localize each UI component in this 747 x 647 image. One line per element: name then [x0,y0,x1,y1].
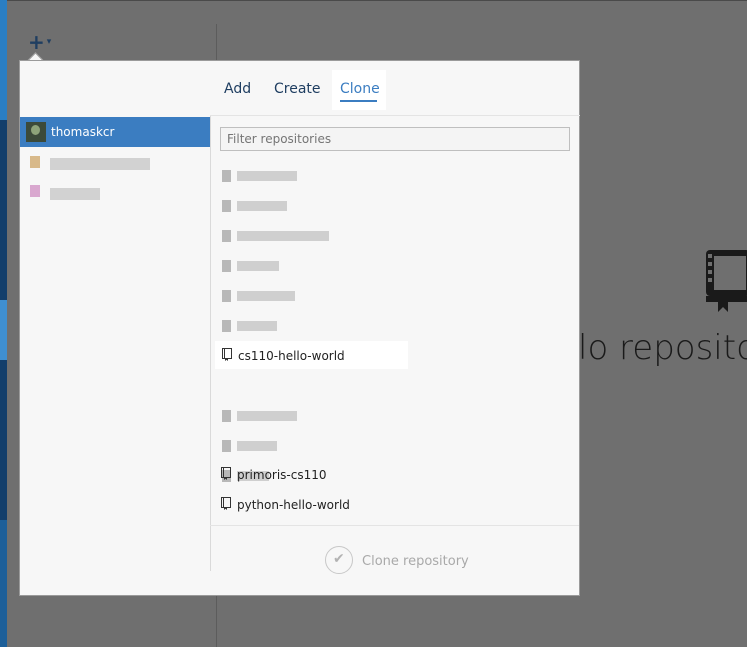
header-divider [210,115,580,116]
blurred-label [237,411,297,421]
account-list: thomaskcr [20,116,210,571]
tab-add[interactable]: Add [224,81,251,97]
tab-clone-label: Clone [340,81,380,97]
blurred-label [237,441,277,451]
account-name: thomaskcr [51,125,115,139]
repo-name: primoris-cs110 [237,468,327,482]
account-item-blurred[interactable] [20,179,210,205]
repo-item-blurred[interactable] [215,311,408,339]
avatar [26,122,46,142]
repo-icon [222,200,231,212]
blurred-label [237,231,329,241]
clone-repository-label: Clone repository [362,554,469,569]
footer-divider [210,525,579,526]
active-tab-underline [340,100,377,102]
repo-item-python-hello-world[interactable]: python-hello-world [214,490,407,518]
repo-icon [222,170,231,182]
edge-stripe [0,300,7,360]
book-icon [221,467,231,480]
repo-item-blurred[interactable] [215,401,408,429]
filter-repositories-input[interactable] [220,127,570,151]
repo-item-blurred[interactable] [215,251,408,279]
repo-icon [222,260,231,272]
repo-icon [222,440,231,452]
account-item-active[interactable]: thomaskcr [20,117,210,147]
avatar [30,156,40,168]
repo-item-blurred[interactable] [215,161,408,189]
blurred-label [50,188,100,200]
column-divider [210,116,211,571]
popover-tabs: Add Create Clone [220,61,580,115]
check-circle-icon: ✔ [325,546,353,574]
repo-name: cs110-hello-world [238,349,345,363]
repo-icon [222,410,231,422]
avatar [30,185,40,197]
book-icon [221,497,231,510]
repo-icon [222,290,231,302]
blurred-label [237,291,295,301]
book-icon [222,348,232,361]
tab-clone[interactable]: Clone [332,70,386,110]
blurred-label [50,158,150,170]
add-menu-button[interactable]: + ▾ [28,32,51,52]
edge-stripe [0,0,7,120]
blurred-label [237,201,287,211]
edge-stripe [0,520,7,647]
empty-state-text: lo repositor [578,328,747,368]
repo-item-blurred[interactable] [215,221,408,249]
repo-item-blurred[interactable] [215,431,408,459]
repo-item-primoris-cs110[interactable]: primoris-cs110 [214,460,407,488]
caret-down-icon: ▾ [46,37,52,47]
blurred-label [237,261,279,271]
repo-item-cs110-hello-world[interactable]: cs110-hello-world [215,341,408,369]
blurred-label [237,321,277,331]
repo-name: python-hello-world [237,498,350,512]
check-icon: ✔ [333,551,345,567]
repo-item-blurred[interactable] [215,281,408,309]
repo-icon [222,230,231,242]
window-edge [0,0,7,647]
plus-icon: + [28,30,45,54]
blurred-label [237,171,297,181]
repo-item-blurred[interactable] [215,191,408,219]
book-icon [706,250,747,312]
repo-icon [222,320,231,332]
tab-create[interactable]: Create [274,81,321,97]
account-item-blurred[interactable] [20,149,210,175]
